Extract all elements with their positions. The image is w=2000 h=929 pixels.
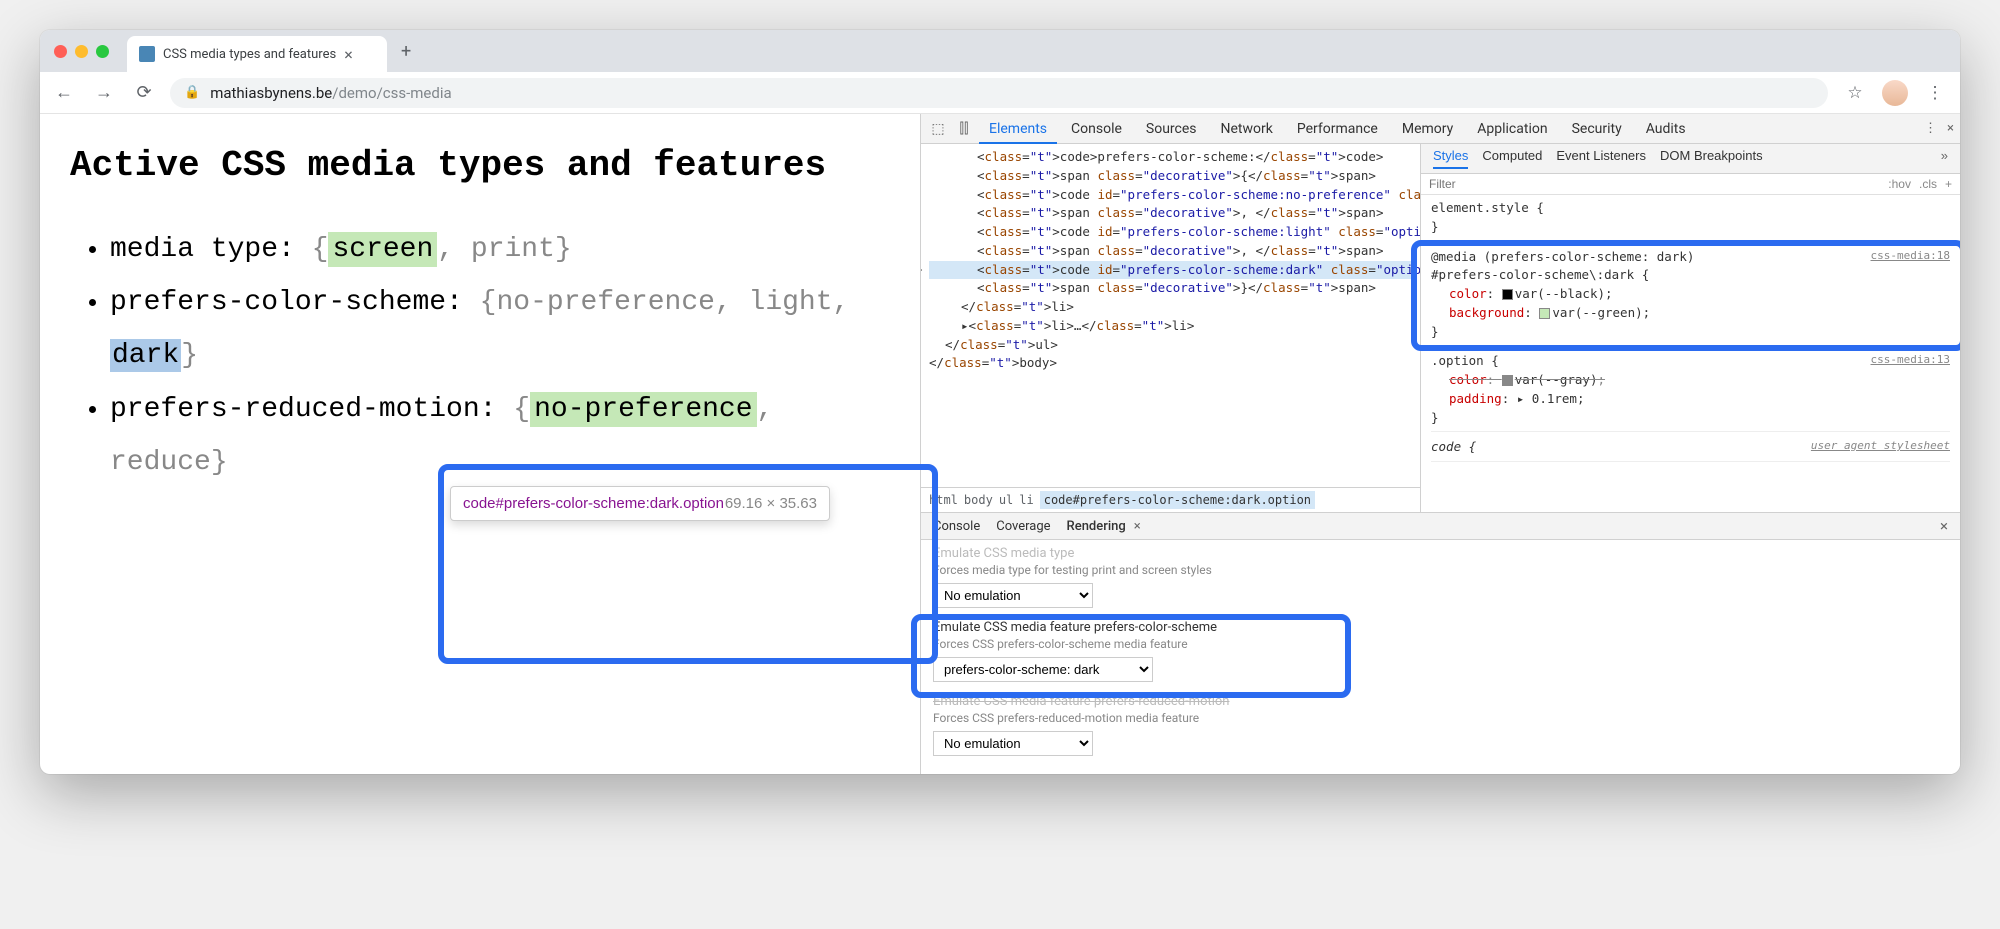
emulation-select[interactable]: No emulation [933,583,1093,608]
menu-icon[interactable]: ⋮ [1920,83,1950,103]
traffic-lights [54,45,109,58]
emulation-select[interactable]: prefers-color-scheme: dark [933,657,1153,682]
tab-close-icon[interactable]: × [344,45,353,64]
browser-window: CSS media types and features × + ← → ⟳ 🔒… [40,30,1960,774]
list-item: prefers-color-scheme: {no-preference, li… [110,276,890,382]
styles-filter-row: :hov .cls + [1421,174,1960,195]
tab-audits[interactable]: Audits [1636,114,1696,144]
drawer: Console Coverage Rendering × × Emulate C… [921,512,1960,774]
devtools-menu-icon[interactable]: ⋮ [1924,121,1937,136]
tooltip-dimensions: 69.16 × 35.63 [725,495,817,512]
drawer-tab-rendering[interactable]: Rendering [1067,519,1126,534]
lock-icon: 🔒 [184,85,200,100]
subtab-styles[interactable]: Styles [1433,148,1468,169]
selected-dark-value: dark [110,339,181,372]
dom-breadcrumb: html body ul li code#prefers-color-schem… [921,487,1420,512]
subtab-event-listeners[interactable]: Event Listeners [1556,148,1646,169]
new-tab-button[interactable]: + [401,41,411,62]
star-icon[interactable]: ☆ [1840,83,1870,103]
subtab-computed[interactable]: Computed [1482,148,1542,169]
page-heading: Active CSS media types and features [70,139,890,193]
reload-button[interactable]: ⟳ [130,82,158,103]
title-bar: CSS media types and features × + [40,30,1960,72]
drawer-tab-console[interactable]: Console [933,519,980,534]
drawer-close-icon[interactable]: × [1940,517,1948,535]
back-button[interactable]: ← [50,82,78,103]
content-area: Active CSS media types and features medi… [40,114,1960,774]
close-window-button[interactable] [54,45,67,58]
inspect-icon[interactable]: ⬚ [927,121,949,137]
url-host: mathiasbynens.be [210,84,332,102]
subtab-dom-breakpoints[interactable]: DOM Breakpoints [1660,148,1763,169]
breadcrumb-item-selected[interactable]: code#prefers-color-scheme:dark.option [1040,491,1315,509]
forward-button[interactable]: → [90,82,118,103]
breadcrumb-item[interactable]: ul [999,491,1013,509]
devtools-close-icon[interactable]: × [1947,121,1954,136]
tab-elements[interactable]: Elements [979,114,1057,144]
device-icon[interactable]: ⫿⫿ [953,121,975,137]
breadcrumb-item[interactable]: body [964,491,993,509]
tab-sources[interactable]: Sources [1136,114,1207,144]
cls-toggle[interactable]: .cls [1919,177,1937,191]
breadcrumb-item[interactable]: html [929,491,958,509]
minimize-window-button[interactable] [75,45,88,58]
more-tabs-icon[interactable]: » [1941,148,1948,169]
drawer-tabs: Console Coverage Rendering × × [921,513,1960,540]
drawer-tab-close-icon[interactable]: × [1134,519,1141,534]
styles-panel: Styles Computed Event Listeners DOM Brea… [1421,144,1960,512]
tab-title: CSS media types and features [163,47,336,62]
feature-list: media type: {screen, print} prefers-colo… [70,223,890,489]
emulation-select[interactable]: No emulation [933,731,1093,756]
toolbar: ← → ⟳ 🔒 mathiasbynens.be/demo/css-media … [40,72,1960,114]
maximize-window-button[interactable] [96,45,109,58]
hov-toggle[interactable]: :hov [1888,177,1911,191]
new-rule-button[interactable]: + [1945,177,1952,191]
drawer-tab-coverage[interactable]: Coverage [996,519,1050,534]
url-path: /demo/css-media [332,84,451,102]
tab-security[interactable]: Security [1562,114,1632,144]
favicon [139,46,155,62]
element-tooltip: code#prefers-color-scheme:dark.option 69… [450,486,830,521]
tab-network[interactable]: Network [1211,114,1283,144]
tab-memory[interactable]: Memory [1392,114,1463,144]
dom-panel: <class="t">code>prefers-color-scheme:</c… [921,144,1421,512]
drawer-body: Emulate CSS media typeForces media type … [921,540,1960,774]
list-item: media type: {screen, print} [110,223,890,276]
styles-tabs: Styles Computed Event Listeners DOM Brea… [1421,144,1960,174]
devtools-panel: ⬚ ⫿⫿ Elements Console Sources Network Pe… [920,114,1960,774]
tab-application[interactable]: Application [1467,114,1557,144]
dom-tree[interactable]: <class="t">code>prefers-color-scheme:</c… [921,144,1420,487]
list-item: prefers-reduced-motion: {no-preference, … [110,383,890,489]
css-rules[interactable]: element.style {}css-media:18@media (pref… [1421,195,1960,472]
rendered-page: Active CSS media types and features medi… [40,114,920,774]
tab-performance[interactable]: Performance [1287,114,1388,144]
profile-avatar[interactable] [1882,80,1908,106]
tab-console[interactable]: Console [1061,114,1132,144]
styles-filter-input[interactable] [1429,177,1880,191]
breadcrumb-item[interactable]: li [1019,491,1033,509]
devtools-tabs: ⬚ ⫿⫿ Elements Console Sources Network Pe… [921,114,1960,144]
address-bar[interactable]: 🔒 mathiasbynens.be/demo/css-media [170,78,1828,108]
tooltip-selector: code#prefers-color-scheme:dark.option [463,495,724,512]
browser-tab[interactable]: CSS media types and features × [127,36,387,72]
